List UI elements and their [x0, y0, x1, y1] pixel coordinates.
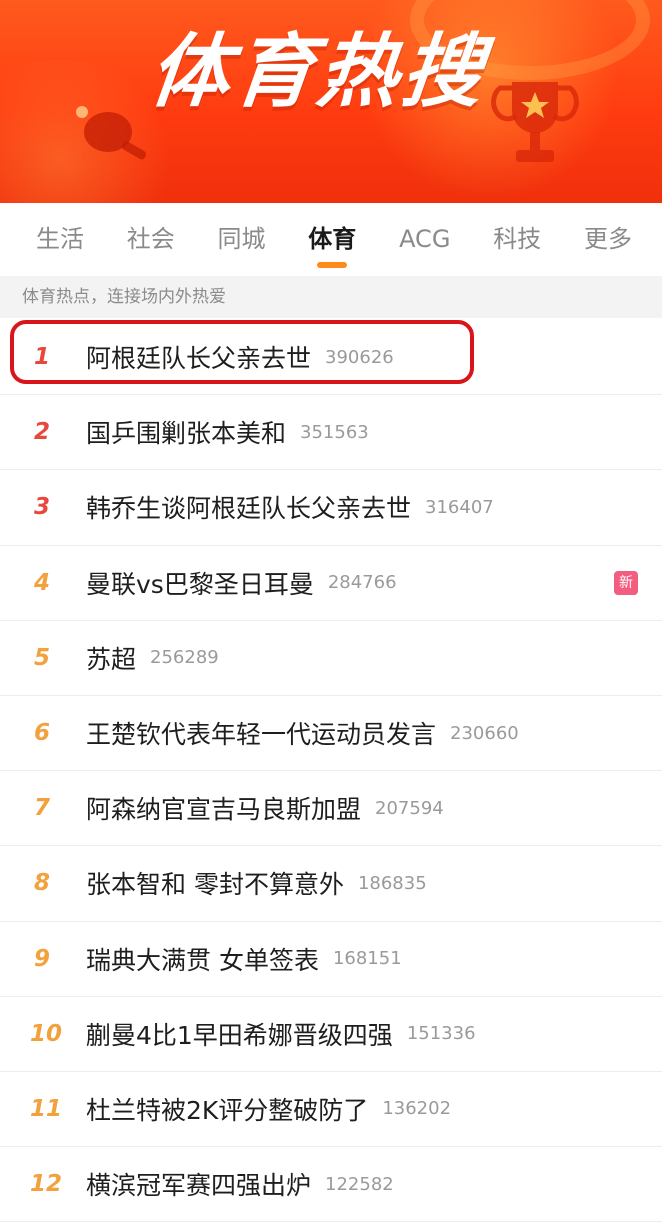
rank-number: 9 — [34, 945, 51, 972]
list-item[interactable]: 5 苏超 256289 — [0, 621, 662, 696]
section-subtitle: 体育热点，连接场内外热爱 — [0, 276, 662, 318]
item-title: 苏超 — [86, 644, 137, 674]
tab-label: 社会 — [126, 225, 175, 253]
heat-count: 207594 — [375, 797, 444, 819]
heat-count: 316407 — [425, 496, 494, 518]
hot-search-list: 1 阿根廷队长父亲去世 390626 2 国乒围剿张本美和 351563 3 韩… — [0, 320, 662, 1223]
rank-number: 10 — [30, 1020, 63, 1047]
tab-label: 生活 — [36, 225, 84, 253]
rank-number: 7 — [34, 795, 51, 822]
tab-local[interactable]: 同城 — [218, 203, 266, 275]
tab-tech[interactable]: 科技 — [493, 203, 541, 275]
list-item[interactable]: 4 曼联vs巴黎圣日耳曼 284766 新 — [0, 546, 662, 621]
list-item[interactable]: 10 蒯曼4比1早田希娜晋级四强 151336 — [0, 997, 662, 1072]
list-item[interactable]: 1 阿根廷队长父亲去世 390626 — [0, 320, 662, 396]
heat-count: 151336 — [406, 1023, 476, 1045]
list-item[interactable]: 8 张本智和 零封不算意外 186835 — [0, 846, 662, 922]
item-title: 阿根廷队长父亲去世 — [86, 344, 312, 374]
heat-count: 256289 — [150, 647, 219, 669]
header-banner: 体育热搜 — [0, 0, 662, 203]
tab-sports[interactable]: 体育 — [308, 203, 356, 275]
list-item[interactable]: 7 阿森纳官宣吉马良斯加盟 207594 — [0, 771, 662, 847]
rank-number: 6 — [34, 720, 51, 747]
list-item[interactable]: 9 瑞典大满贯 女单签表 168151 — [0, 922, 662, 997]
rank-number: 2 — [34, 419, 51, 446]
item-title: 蒯曼4比1早田希娜晋级四强 — [86, 1020, 393, 1050]
tab-label: 体育 — [308, 225, 357, 253]
heat-count: 390626 — [325, 346, 394, 368]
heat-count: 168151 — [332, 948, 402, 970]
tab-life[interactable]: 生活 — [36, 203, 84, 275]
heat-count: 351563 — [300, 421, 369, 443]
item-title: 曼联vs巴黎圣日耳曼 — [86, 569, 314, 599]
active-tab-indicator — [317, 262, 348, 268]
rank-number: 8 — [34, 870, 51, 897]
tab-label: 同城 — [217, 225, 266, 253]
rank-number: 12 — [30, 1171, 63, 1198]
category-tabs: 生活 社会 同城 体育 ACG 科技 更多 — [0, 203, 662, 275]
item-title: 横滨冠军赛四强出炉 — [86, 1171, 312, 1201]
tab-more[interactable]: 更多 — [584, 203, 632, 275]
item-title: 韩乔生谈阿根廷队长父亲去世 — [86, 494, 412, 524]
heat-count: 230660 — [450, 722, 519, 744]
list-item[interactable]: 11 杜兰特被2K评分整破防了 136202 — [0, 1072, 662, 1148]
rank-number: 11 — [30, 1095, 63, 1122]
heat-count: 186835 — [357, 872, 427, 894]
tab-acg[interactable]: ACG — [399, 203, 450, 275]
item-title: 张本智和 零封不算意外 — [86, 870, 344, 900]
list-item[interactable]: 2 国乒围剿张本美和 351563 — [0, 395, 662, 471]
heat-count: 122582 — [325, 1173, 394, 1195]
banner-title: 体育热搜 — [145, 25, 491, 118]
list-item[interactable]: 6 王楚钦代表年轻一代运动员发言 230660 — [0, 696, 662, 772]
list-item[interactable]: 3 韩乔生谈阿根廷队长父亲去世 316407 — [0, 470, 662, 546]
item-title: 瑞典大满贯 女单签表 — [86, 945, 319, 975]
tab-label: ACG — [399, 225, 451, 253]
item-title: 杜兰特被2K评分整破防了 — [86, 1095, 369, 1125]
new-badge-icon: 新 — [614, 570, 638, 595]
item-title: 国乒围剿张本美和 — [86, 419, 287, 449]
item-title: 王楚钦代表年轻一代运动员发言 — [86, 720, 437, 750]
list-item[interactable]: 12 横滨冠军赛四强出炉 122582 — [0, 1147, 662, 1223]
tab-label: 更多 — [583, 225, 632, 253]
tab-label: 科技 — [493, 225, 542, 253]
rank-number: 4 — [34, 569, 51, 596]
rank-number: 1 — [34, 344, 51, 371]
heat-count: 136202 — [382, 1098, 452, 1120]
item-title: 阿森纳官宣吉马良斯加盟 — [86, 795, 362, 825]
tab-society[interactable]: 社会 — [127, 203, 175, 275]
heat-count: 284766 — [327, 572, 397, 594]
rank-number: 5 — [34, 644, 51, 671]
rank-number: 3 — [34, 494, 51, 521]
